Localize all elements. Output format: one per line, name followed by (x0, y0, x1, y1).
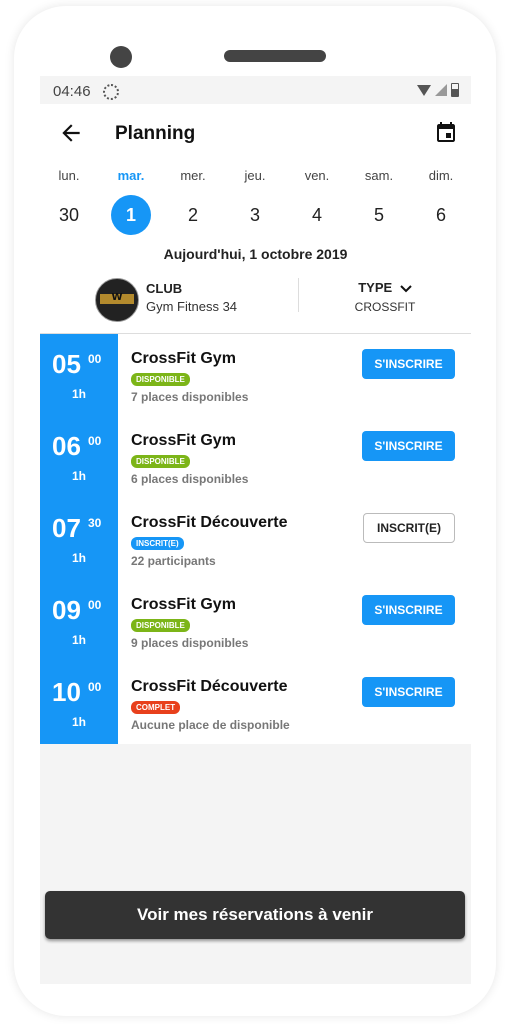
session-minutes: 00 (88, 352, 102, 366)
wifi-icon (417, 84, 431, 96)
session-list: 05 00 1h CrossFit Gym DISPONIBLE 7 places dis… (40, 334, 471, 744)
status-badge: DISPONIBLE (131, 619, 190, 632)
session-minutes: 00 (88, 434, 102, 448)
day-dim[interactable]: dim. 6 (416, 162, 466, 235)
session-title: CrossFit Gym (131, 596, 236, 613)
session-hour: 07 (52, 513, 81, 543)
session-title: CrossFit Découverte (131, 678, 288, 695)
day-ven[interactable]: ven. 4 (292, 162, 342, 235)
day-mar[interactable]: mar. 1 (106, 162, 156, 235)
session-duration: 1h (71, 551, 86, 565)
day-label: jeu. (244, 168, 266, 183)
page-title: Planning (115, 123, 196, 144)
type-label: TYPE (358, 280, 393, 295)
registered-button[interactable]: INSCRIT(E) (363, 513, 455, 543)
day-label: dim. (428, 168, 454, 183)
club-name[interactable]: Gym Fitness 34 (146, 299, 237, 314)
top-app-bar: Planning (40, 104, 471, 162)
battery-icon (451, 83, 459, 97)
session-minutes: 00 (88, 680, 102, 694)
chevron-down-icon (400, 284, 412, 292)
session-hour: 09 (52, 595, 81, 625)
filter-divider (298, 278, 299, 312)
week-day-selector: lun. 30 mar. 1 mer. 2 jeu. 3 ven. 4 sam. 5 dim. 6 (40, 162, 471, 244)
app-screen: 04:46 Planning lun. 30 mar. 1 mer. 2 jeu. 3 ven.… (40, 76, 471, 984)
day-mer[interactable]: mer. 2 (168, 162, 218, 235)
session-time: 06 00 1h (40, 416, 118, 498)
day-label: lun. (58, 168, 80, 183)
session-minutes: 30 (88, 516, 102, 530)
status-badge: INSCRIT(E) (131, 537, 184, 550)
register-button[interactable]: S'INSCRIRE (362, 595, 455, 625)
session-availability: 9 places disponibles (131, 636, 249, 650)
day-number: 1 (111, 195, 151, 235)
upcoming-reservations-button[interactable]: Voir mes réservations à venir (45, 891, 465, 939)
session-row[interactable]: 07 30 1h CrossFit Découverte INSCRIT(E) 22 pa… (40, 498, 471, 580)
selected-date-label: Aujourd'hui, 1 octobre 2019 (163, 246, 348, 262)
filters-bar: W CLUB Gym Fitness 34 TYPE CROSSFIT (40, 278, 471, 334)
status-bar: 04:46 (40, 76, 471, 104)
day-number: 3 (249, 205, 260, 225)
session-title: CrossFit Gym (131, 350, 236, 367)
day-number: 2 (187, 205, 198, 225)
session-availability: 6 places disponibles (131, 472, 249, 486)
type-filter[interactable]: TYPE CROSSFIT (310, 280, 460, 314)
session-availability: Aucune place de disponible (131, 718, 290, 732)
session-duration: 1h (71, 633, 86, 647)
earpiece-speaker (224, 50, 326, 62)
session-minutes: 00 (88, 598, 102, 612)
session-time: 07 30 1h (40, 498, 118, 580)
status-time: 04:46 (53, 83, 91, 100)
session-time: 05 00 1h (40, 334, 118, 416)
session-title: CrossFit Gym (131, 432, 236, 449)
session-duration: 1h (71, 387, 86, 401)
club-logo[interactable]: W (95, 278, 139, 322)
day-number: 6 (435, 205, 446, 225)
session-row[interactable]: 06 00 1h CrossFit Gym DISPONIBLE 6 places dis… (40, 416, 471, 498)
back-arrow-icon[interactable] (58, 120, 84, 146)
sync-icon (103, 84, 119, 100)
day-label: ven. (304, 168, 330, 183)
register-button[interactable]: S'INSCRIRE (362, 349, 455, 379)
day-label: mar. (117, 168, 145, 183)
day-number: 4 (311, 205, 322, 225)
register-button[interactable]: S'INSCRIRE (362, 677, 455, 707)
day-label: sam. (364, 168, 394, 183)
status-badge: COMPLET (131, 701, 181, 714)
session-duration: 1h (71, 715, 86, 729)
register-button[interactable]: S'INSCRIRE (362, 431, 455, 461)
signal-icon (435, 84, 447, 96)
day-label: mer. (180, 168, 206, 183)
session-duration: 1h (71, 469, 86, 483)
day-jeu[interactable]: jeu. 3 (230, 162, 280, 235)
session-hour: 10 (52, 677, 81, 707)
club-label[interactable]: CLUB (146, 281, 182, 296)
session-availability: 7 places disponibles (131, 390, 249, 404)
status-badge: DISPONIBLE (131, 373, 190, 386)
session-time: 09 00 1h (40, 580, 118, 662)
day-number: 30 (58, 205, 80, 225)
type-filter-header[interactable]: TYPE (310, 280, 460, 295)
calendar-icon[interactable] (434, 120, 458, 144)
system-icons (417, 83, 459, 97)
type-value: CROSSFIT (354, 300, 416, 314)
day-sam[interactable]: sam. 5 (354, 162, 404, 235)
session-row[interactable]: 09 00 1h CrossFit Gym DISPONIBLE 9 places dis… (40, 580, 471, 662)
main-content: Planning lun. 30 mar. 1 mer. 2 jeu. 3 ven. 4 sam. 5… (40, 104, 471, 744)
session-row[interactable]: 05 00 1h CrossFit Gym DISPONIBLE 7 places dis… (40, 334, 471, 416)
session-row[interactable]: 10 00 1h CrossFit Découverte COMPLET Aucune p… (40, 662, 471, 744)
day-number: 5 (373, 205, 384, 225)
session-title: CrossFit Découverte (131, 514, 288, 531)
session-availability: 22 participants (131, 554, 216, 568)
status-badge: DISPONIBLE (131, 455, 190, 468)
front-camera (110, 46, 132, 68)
session-hour: 05 (52, 349, 81, 379)
session-time: 10 00 1h (40, 662, 118, 744)
session-hour: 06 (52, 431, 81, 461)
day-lun[interactable]: lun. 30 (44, 162, 94, 235)
club-logo-text: W (111, 292, 123, 303)
